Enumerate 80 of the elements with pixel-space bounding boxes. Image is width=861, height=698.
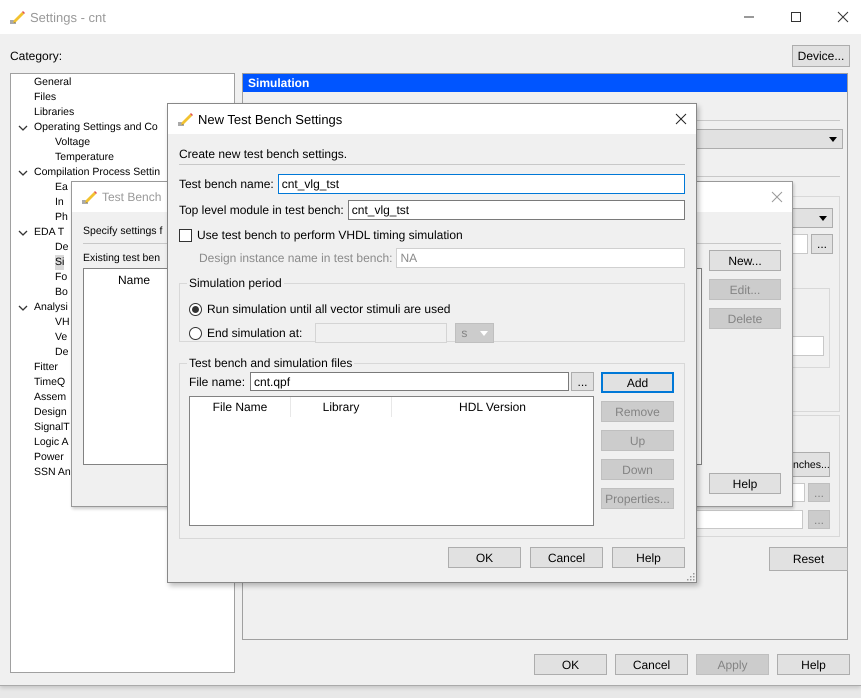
tree-item[interactable]: De xyxy=(55,345,68,360)
tree-item[interactable]: Fo xyxy=(55,270,68,285)
tree-item[interactable]: Temperature xyxy=(55,150,114,165)
dialog-button[interactable]: OK xyxy=(448,547,521,568)
radio-label: Run simulation until all vector stimuli are used xyxy=(207,301,450,318)
tree-item[interactable]: Assem xyxy=(34,390,66,405)
column-header[interactable]: HDL Version xyxy=(392,397,593,417)
tree-item[interactable]: Ve xyxy=(55,330,68,345)
dialog-title: New Test Bench Settings xyxy=(198,112,342,126)
browse-button[interactable]: ... xyxy=(571,372,594,391)
tree-item[interactable]: Operating Settings and Co xyxy=(34,120,158,135)
tree-item[interactable]: Fitter xyxy=(34,360,58,375)
tree-item[interactable]: General xyxy=(34,75,72,90)
tree-item[interactable]: Libraries xyxy=(34,105,74,120)
close-icon[interactable] xyxy=(837,11,849,23)
chevron-icon[interactable] xyxy=(18,123,28,133)
tree-item[interactable]: TimeQ xyxy=(34,375,66,390)
field-label: Test bench name: xyxy=(179,177,274,191)
pencil-icon xyxy=(177,111,193,127)
tree-item[interactable]: VH xyxy=(55,315,70,330)
close-icon[interactable] xyxy=(675,113,687,125)
checkbox-label: Use test bench to perform VHDL timing simulation xyxy=(197,228,463,242)
chevron-icon[interactable] xyxy=(18,168,28,178)
launch-button[interactable]: nches... xyxy=(792,452,830,477)
tree-item[interactable]: Design xyxy=(34,405,67,420)
tree-item[interactable]: Logic A xyxy=(34,435,68,450)
dropdown-arrow-icon xyxy=(480,330,488,336)
dialog-button[interactable]: OK xyxy=(534,654,607,675)
tree-item[interactable]: SSN An xyxy=(34,465,71,480)
tree-item[interactable]: Ph xyxy=(55,210,68,225)
checkbox[interactable] xyxy=(179,228,192,242)
intro-text: Create new test bench settings. xyxy=(179,146,348,162)
tree-item[interactable]: Voltage xyxy=(55,135,90,150)
category-label: Category: xyxy=(10,49,62,63)
field-label: File name: xyxy=(189,374,246,388)
dropdown-arrow-icon xyxy=(829,137,837,142)
tree-item[interactable]: Ea xyxy=(55,180,68,195)
field-label: Top level module in test bench: xyxy=(179,203,344,217)
tree-item[interactable]: De xyxy=(55,240,68,255)
resize-grip-icon[interactable] xyxy=(685,571,695,581)
chevron-icon[interactable] xyxy=(18,303,28,313)
tree-item[interactable]: Files xyxy=(34,90,56,105)
list-label: Existing test ben xyxy=(83,251,160,266)
tree-item[interactable]: Bo xyxy=(55,285,68,300)
file-button[interactable]: Add xyxy=(601,372,674,393)
maximize-icon[interactable] xyxy=(790,11,802,23)
field-label: Design instance name in test bench: xyxy=(199,251,392,265)
group-title: Simulation period xyxy=(188,276,283,290)
dialog-button[interactable]: Cancel xyxy=(615,654,688,675)
column-header[interactable]: File Name xyxy=(190,397,291,417)
radio-label: End simulation at: xyxy=(207,325,302,342)
pencil-icon xyxy=(9,9,25,25)
top-level-module-field[interactable]: cnt_vlg_tst xyxy=(348,200,685,220)
dialog-button[interactable]: Cancel xyxy=(530,547,603,568)
device-button[interactable]: Device... xyxy=(792,45,850,67)
intro-text: Specify settings f xyxy=(83,224,162,239)
pencil-icon xyxy=(81,189,97,205)
dialog-button[interactable]: Help xyxy=(777,654,850,675)
dropdown-arrow-icon xyxy=(819,216,827,221)
panel-header: Simulation xyxy=(243,74,847,92)
test-bench-name-field[interactable]: cnt_vlg_tst xyxy=(278,174,685,194)
tree-item[interactable]: Compilation Process Settin xyxy=(34,165,160,180)
tree-item[interactable]: Analysi xyxy=(34,300,68,315)
chevron-icon[interactable] xyxy=(18,228,28,238)
tree-item[interactable]: Power xyxy=(34,450,64,465)
dialog-title: Test Bench xyxy=(102,190,162,204)
file-name-field[interactable]: cnt.qpf xyxy=(250,372,569,391)
window-title: Settings - cnt xyxy=(30,10,106,24)
tree-item[interactable]: Si xyxy=(55,255,64,270)
tree-item[interactable]: In xyxy=(55,195,64,210)
tree-item[interactable]: SignalT xyxy=(34,420,70,435)
column-header[interactable]: Library xyxy=(291,397,392,417)
group-title: Test bench and simulation files xyxy=(188,356,354,370)
dialog-button[interactable]: Help xyxy=(612,547,685,568)
browse-button[interactable]: ... xyxy=(811,234,833,254)
unit-value: s xyxy=(461,326,468,340)
reset-button[interactable]: Reset xyxy=(769,547,848,571)
tree-item[interactable]: EDA T xyxy=(34,225,64,240)
dialog-button[interactable]: New... xyxy=(709,250,781,271)
help-button[interactable]: Help xyxy=(709,473,781,494)
